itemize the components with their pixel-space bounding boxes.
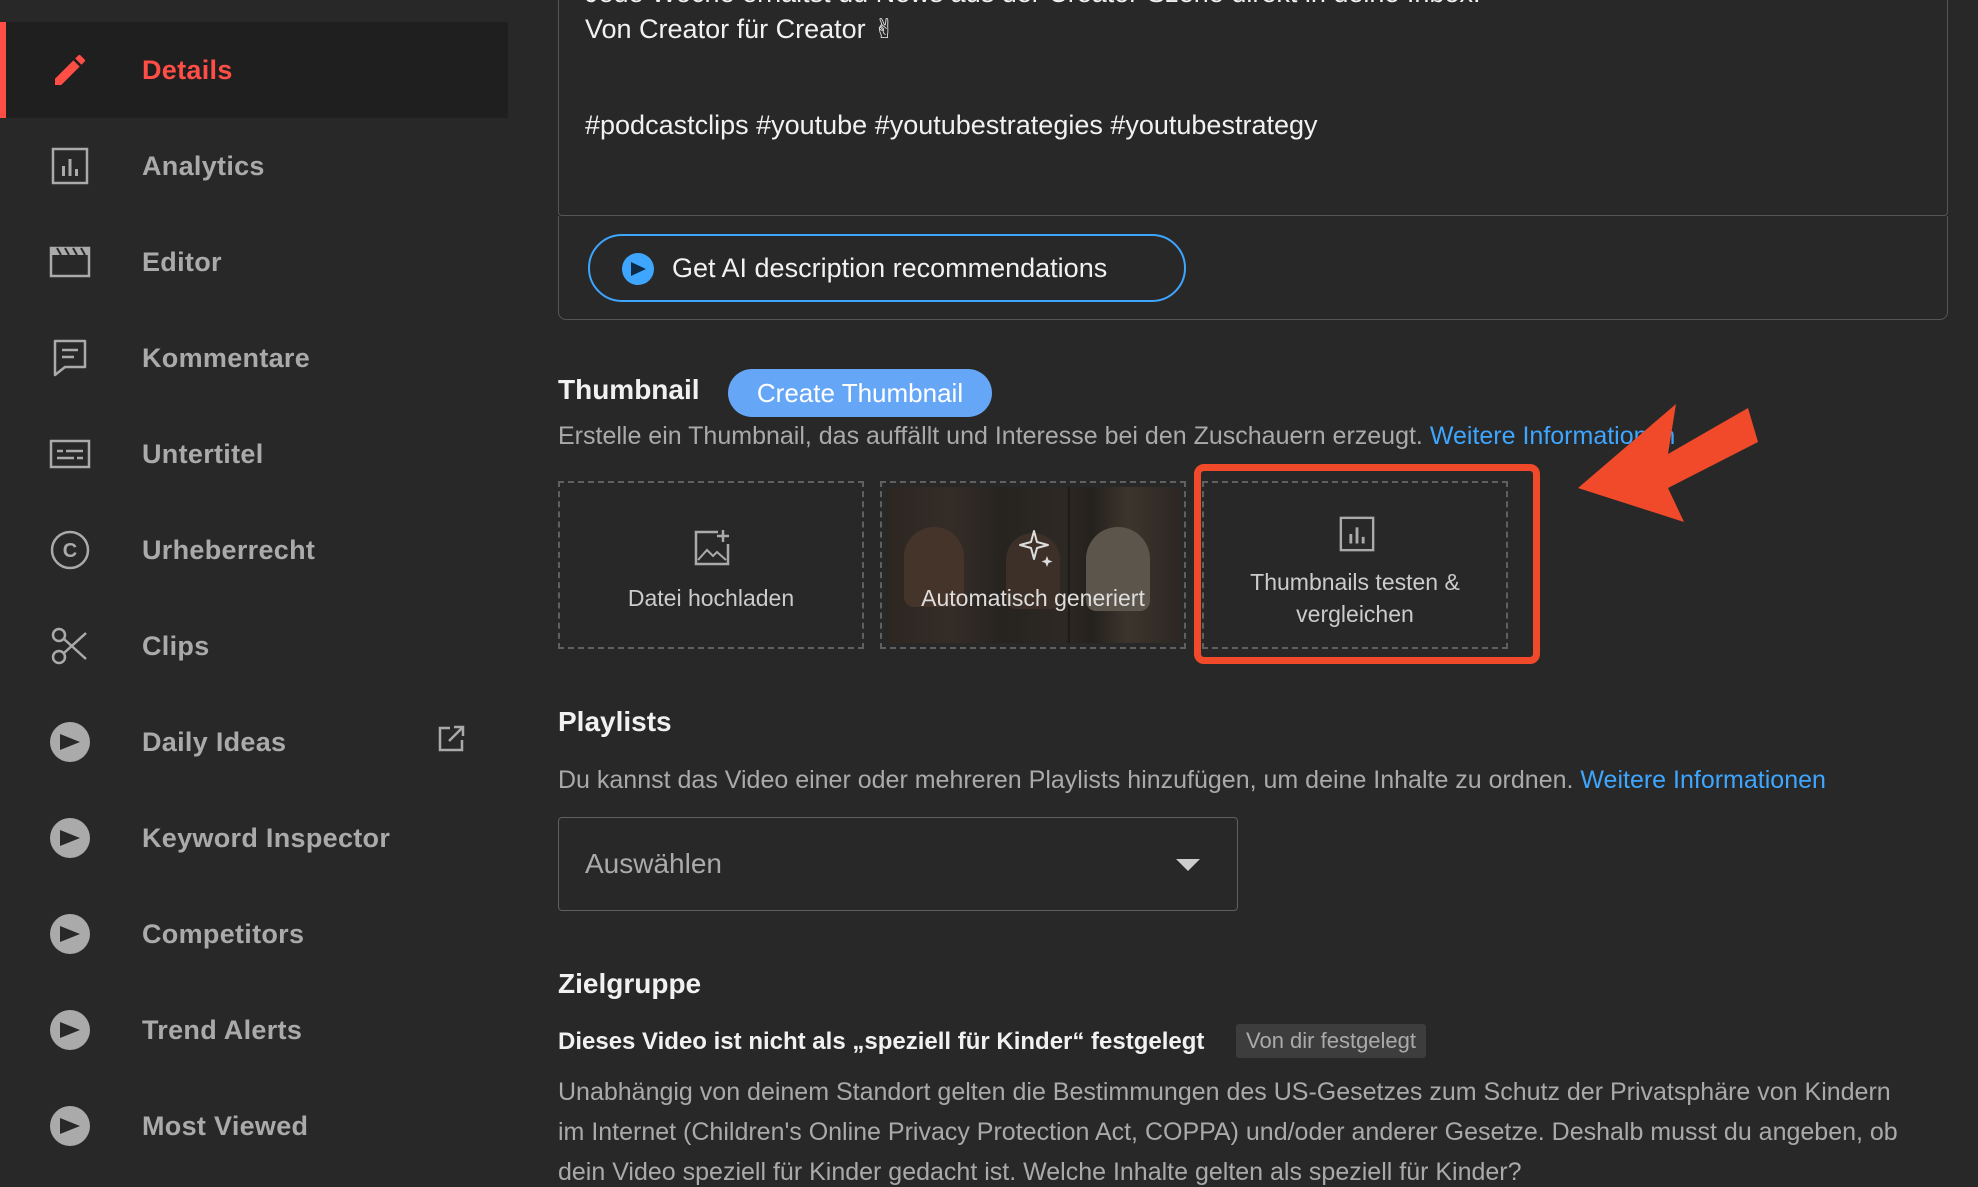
sidebar-item-label: Clips <box>142 630 210 661</box>
sidebar-item-clips[interactable]: Clips <box>0 598 508 694</box>
sidebar-item-label: Daily Ideas <box>142 726 287 757</box>
audience-status: Dieses Video ist nicht als „speziell für… <box>558 1028 1205 1055</box>
add-image-icon <box>692 528 732 573</box>
sidebar-item-keyword-inspector[interactable]: Keyword Inspector <box>0 790 508 886</box>
analytics-icon <box>48 146 92 186</box>
vidiq-icon <box>48 914 92 954</box>
sidebar-item-untertitel[interactable]: Untertitel <box>0 406 508 502</box>
vidiq-icon <box>48 1010 92 1050</box>
audience-badge-label: Von dir festgelegt <box>1246 1028 1417 1053</box>
description-partial-line: Jede Woche erhältst du News aus der Crea… <box>585 0 1480 9</box>
playlist-select[interactable]: Auswählen <box>558 817 1238 911</box>
comment-icon <box>48 338 92 378</box>
auto-generated-thumbnail-tile[interactable]: Automatisch generiert <box>880 481 1186 649</box>
sidebar-item-details[interactable]: Details <box>0 22 508 118</box>
audience-body-line2: im Internet (Children's Online Privacy P… <box>558 1118 1898 1146</box>
film-icon <box>48 242 92 282</box>
sidebar-item-editor[interactable]: Editor <box>0 214 508 310</box>
sidebar-item-label: Competitors <box>142 918 305 949</box>
pencil-icon <box>48 50 92 90</box>
playlists-subtitle: Du kannst das Video einer oder mehreren … <box>558 766 1826 795</box>
sidebar-item-label: Kommentare <box>142 342 311 373</box>
vidiq-icon <box>48 818 92 858</box>
sidebar-item-trend-alerts[interactable]: Trend Alerts <box>0 982 508 1078</box>
sidebar-item-daily-ideas[interactable]: Daily Ideas <box>0 694 508 790</box>
playlists-subtitle-text: Du kannst das Video einer oder mehreren … <box>558 766 1574 794</box>
sidebar-item-label: Trend Alerts <box>142 1014 303 1045</box>
sparkle-icon <box>1014 528 1054 573</box>
chevron-down-icon <box>1175 858 1201 877</box>
subtitles-icon <box>48 434 92 474</box>
thumbnail-subtitle: Erstelle ein Thumbnail, das auffällt und… <box>558 422 1675 451</box>
sidebar-item-most-viewed[interactable]: Most Viewed <box>0 1078 508 1174</box>
sidebar-item-label: Analytics <box>142 150 265 181</box>
svg-text:C: C <box>63 540 77 562</box>
upload-thumbnail-tile[interactable]: Datei hochladen <box>558 481 864 649</box>
sidebar: Details Analytics Editor Kommentare Unte… <box>0 0 508 1166</box>
ai-description-button[interactable]: Get AI description recommendations <box>588 234 1186 302</box>
scissors-icon <box>48 626 92 666</box>
highlight-box <box>1194 464 1540 664</box>
vidiq-icon <box>48 1106 92 1146</box>
sidebar-item-label: Keyword Inspector <box>142 822 391 853</box>
vidiq-icon <box>622 253 654 285</box>
sidebar-item-kommentare[interactable]: Kommentare <box>0 310 508 406</box>
playlists-info-link[interactable]: Weitere Informationen <box>1580 766 1826 794</box>
audience-badge: Von dir festgelegt <box>1236 1024 1427 1058</box>
sidebar-item-urheberrecht[interactable]: C Urheberrecht <box>0 502 508 598</box>
upload-label: Datei hochladen <box>627 585 795 611</box>
playlists-title: Playlists <box>558 706 672 737</box>
description-hashtags: #podcastclips #youtube #youtubestrategie… <box>585 110 1318 140</box>
create-thumbnail-label: Create Thumbnail <box>756 377 964 408</box>
external-link-icon[interactable] <box>436 724 466 754</box>
playlist-select-value: Auswählen <box>585 848 722 879</box>
sidebar-item-label: Details <box>142 54 233 85</box>
auto-label: Automatisch generiert <box>921 585 1145 611</box>
audience-body-line3: dein Video speziell für Kinder gedacht i… <box>558 1158 1522 1186</box>
sidebar-item-competitors[interactable]: Competitors <box>0 886 508 982</box>
copyright-icon: C <box>48 530 92 570</box>
sidebar-item-label: Untertitel <box>142 438 264 469</box>
sidebar-item-label: Editor <box>142 246 222 277</box>
description-textarea[interactable]: Jede Woche erhältst du News aus der Crea… <box>558 0 1948 216</box>
thumbnail-subtitle-text: Erstelle ein Thumbnail, das auffällt und… <box>558 422 1423 450</box>
ai-description-button-label: Get AI description recommendations <box>672 252 1108 283</box>
thumbnail-title: Thumbnail <box>558 374 700 405</box>
sidebar-item-label: Urheberrecht <box>142 534 316 565</box>
sidebar-item-label: Most Viewed <box>142 1110 309 1141</box>
audience-title: Zielgruppe <box>558 968 702 999</box>
arrow-annotation-icon <box>1568 396 1766 533</box>
vidiq-icon <box>48 722 92 762</box>
audience-body-line1: Unabhängig von deinem Standort gelten di… <box>558 1078 1891 1106</box>
create-thumbnail-button[interactable]: Create Thumbnail <box>728 369 992 417</box>
description-line: Von Creator für Creator ✌ <box>585 14 896 44</box>
sidebar-item-analytics[interactable]: Analytics <box>0 118 508 214</box>
